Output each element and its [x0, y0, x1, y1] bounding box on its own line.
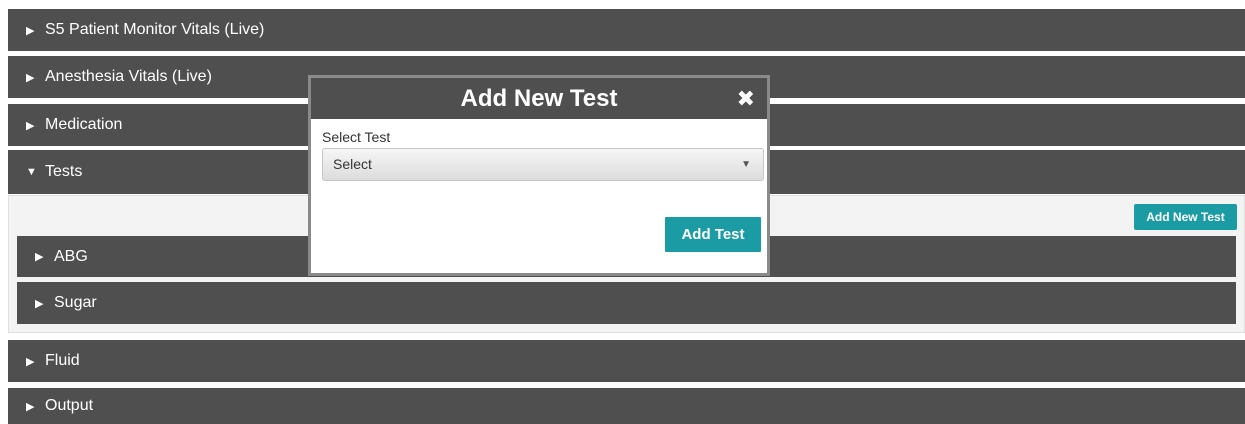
- expand-arrow-icon: ▶: [35, 251, 44, 263]
- subpanel-sugar[interactable]: ▶ Sugar: [17, 282, 1236, 324]
- subpanel-label: Sugar: [54, 294, 97, 311]
- expand-arrow-icon: ▶: [35, 297, 44, 310]
- add-test-button[interactable]: Add Test: [665, 217, 761, 252]
- expand-arrow-icon: ▶: [26, 119, 35, 132]
- chevron-down-icon: ▼: [741, 159, 751, 170]
- panel-s5-patient-monitor-vitals[interactable]: ▶ S5 Patient Monitor Vitals (Live): [8, 9, 1245, 51]
- expand-arrow-icon: ▶: [26, 71, 35, 84]
- collapse-arrow-icon: ▼: [26, 166, 37, 178]
- close-icon[interactable]: ✖: [737, 78, 755, 119]
- add-new-test-button[interactable]: Add New Test: [1134, 204, 1237, 230]
- expand-arrow-icon: ▶: [26, 24, 35, 37]
- expand-arrow-icon: ▶: [26, 400, 35, 413]
- modal-title: Add New Test: [460, 85, 618, 112]
- modal-header: Add New Test: [311, 78, 767, 119]
- panel-output[interactable]: ▶ Output: [8, 388, 1245, 424]
- panel-label: Output: [45, 397, 94, 414]
- panel-label: Medication: [45, 116, 123, 133]
- select-test-label: Select Test: [322, 129, 391, 145]
- panel-label: Anesthesia Vitals (Live): [45, 68, 212, 85]
- add-new-test-modal: Add New Test ✖ Select Test Select ▼ Add …: [308, 75, 770, 276]
- expand-arrow-icon: ▶: [26, 355, 35, 368]
- panel-label: Tests: [45, 163, 83, 180]
- panel-label: S5 Patient Monitor Vitals (Live): [45, 21, 265, 38]
- select-value: Select: [333, 156, 372, 172]
- subpanel-label: ABG: [54, 247, 88, 265]
- select-test-dropdown[interactable]: Select ▼: [322, 148, 764, 181]
- panel-label: Fluid: [45, 352, 80, 369]
- panel-fluid[interactable]: ▶ Fluid: [8, 340, 1245, 382]
